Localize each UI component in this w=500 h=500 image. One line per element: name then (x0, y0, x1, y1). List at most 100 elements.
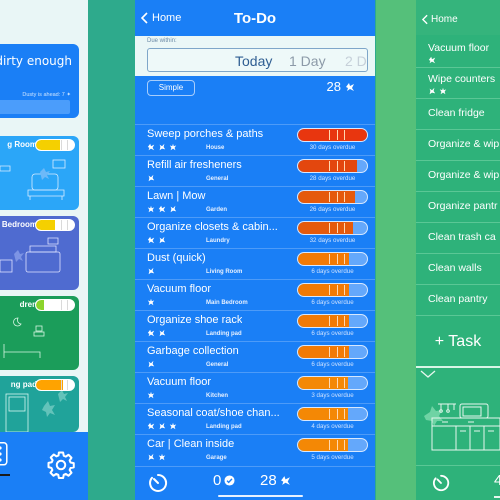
task-room: Living Room (206, 269, 243, 275)
tab-bar (0, 432, 88, 500)
task-stars (147, 174, 155, 182)
kitchen-task-name: Clean walls (428, 262, 482, 274)
task-row[interactable]: Vacuum floor Kitchen 3 days overdue (135, 372, 375, 403)
task-row[interactable]: Lawn | Mow Garden 26 days overdue (135, 186, 375, 217)
kitchen-task-row[interactable]: Clean fridge (416, 99, 500, 130)
star-icon (147, 236, 155, 244)
due-within-section: Due within: Today 1 Day 2 D (135, 36, 375, 76)
task-row[interactable]: Dust (quick) Living Room 6 days overdue (135, 248, 375, 279)
task-name: Vacuum floor (147, 283, 211, 295)
list-icon[interactable] (0, 442, 8, 466)
room-name: ng pad (10, 380, 37, 389)
timer-icon[interactable] (432, 474, 450, 492)
progress-tick (329, 378, 331, 388)
progress-tick (336, 347, 338, 357)
task-status: 6 days overdue (311, 361, 354, 368)
kitchen-task-row[interactable]: Wipe counters (416, 68, 500, 99)
task-row[interactable]: Garbage collection General 6 days overdu… (135, 341, 375, 372)
timer-icon[interactable] (148, 473, 168, 493)
picker-option-1-day[interactable]: 1 Day (289, 53, 326, 69)
task-stars (147, 298, 155, 306)
task-name: Vacuum floor (147, 376, 211, 388)
task-stars (147, 267, 155, 275)
task-row[interactable]: Seasonal coat/shoe chan... Landing pad 4… (135, 403, 375, 434)
task-progress-bar (297, 190, 368, 204)
meter-tick (67, 140, 69, 150)
challenge-card[interactable]: e dirty enough Dusty is ahead: 7 ✦ (0, 44, 79, 118)
back-label: Home (431, 14, 458, 25)
task-progress-bar (297, 314, 368, 328)
star-icon (439, 87, 447, 95)
task-room: General (206, 176, 229, 182)
star-icon (147, 329, 155, 337)
kitchen-task-row[interactable]: Organize & wip (416, 130, 500, 161)
task-name: Organize shoe rack (147, 314, 243, 326)
task-status: 4 days overdue (311, 423, 354, 430)
due-within-label: Due within: (147, 38, 177, 44)
kitchen-task-row[interactable]: Organize pantr (416, 192, 500, 223)
task-room: General (206, 362, 229, 368)
task-name: Seasonal coat/shoe chan... (147, 407, 280, 419)
due-within-picker[interactable]: Today 1 Day 2 D (147, 48, 368, 72)
progress-tick (329, 161, 331, 171)
kitchen-screen-panel: Home Vacuum floor Wipe counters Clean fr… (376, 0, 500, 500)
kitchen-task-row[interactable]: Clean trash ca (416, 223, 500, 254)
progress-tick (329, 254, 331, 264)
star-icon (169, 143, 177, 151)
task-progress-fill (298, 191, 355, 203)
kitchen-task-row[interactable]: Organize & wip (416, 161, 500, 192)
add-task-button[interactable]: + Task (416, 320, 500, 366)
task-row[interactable]: Refill air fresheners General 28 days ov… (135, 155, 375, 186)
room-card[interactable]: Bedroom (0, 216, 79, 290)
star-icon (147, 205, 155, 213)
progress-tick (344, 347, 346, 357)
meter-tick (61, 380, 63, 390)
task-progress-bar (297, 345, 368, 359)
task-progress-bar (297, 283, 368, 297)
task-room: Garden (206, 207, 228, 213)
kitchen-task-row[interactable]: Clean pantry (416, 285, 500, 316)
progress-tick (344, 440, 346, 450)
room-meter-fill (36, 300, 45, 310)
gear-icon[interactable] (46, 450, 76, 480)
kitchen-task-row[interactable]: Clean walls (416, 254, 500, 285)
progress-tick (344, 316, 346, 326)
task-row[interactable]: Sweep porches & paths House 30 days over… (135, 124, 375, 155)
room-card[interactable]: g Room (0, 136, 79, 210)
star-icon (147, 143, 155, 151)
room-card[interactable]: dren (0, 296, 79, 370)
challenge-ahead-text: Dusty is ahead: 7 ✦ (22, 92, 71, 98)
progress-tick (336, 440, 338, 450)
progress-tick (336, 161, 338, 171)
picker-option-2-days[interactable]: 2 D (345, 53, 367, 69)
kitchen-task-name: Clean pantry (428, 293, 488, 305)
task-row[interactable]: Vacuum floor Main Bedroom 6 days overdue (135, 279, 375, 310)
star-icon (147, 391, 155, 399)
room-name: g Room (7, 140, 37, 149)
chevron-down-icon[interactable] (420, 370, 436, 379)
task-progress-fill (298, 284, 350, 296)
task-progress-fill (298, 408, 348, 420)
progress-tick (336, 378, 338, 388)
task-stars (147, 205, 177, 213)
task-row[interactable]: Organize shoe rack Landing pad 6 days ov… (135, 310, 375, 341)
meter-tick (67, 380, 69, 390)
star-icon (429, 87, 436, 95)
divider (416, 366, 500, 368)
kitchen-task-name: Organize pantr (428, 200, 498, 212)
back-button[interactable]: Home (422, 14, 458, 25)
kitchen-task-name: Clean trash ca (428, 231, 496, 243)
task-progress-fill (298, 439, 348, 451)
task-status: 5 days overdue (311, 454, 354, 461)
room-card[interactable]: ng pad (0, 376, 79, 432)
star-icon (148, 360, 155, 368)
simple-mode-button[interactable]: Simple (147, 80, 195, 96)
picker-option-today[interactable]: Today (235, 53, 272, 69)
task-row[interactable]: Car | Clean inside Garage 5 days overdue (135, 434, 375, 465)
challenge-title: e dirty enough (0, 54, 72, 68)
kitchen-task-row[interactable]: Vacuum floor (416, 37, 500, 68)
star-splat-icon (346, 82, 354, 91)
star-icon (148, 267, 155, 275)
task-progress-fill (298, 253, 350, 265)
task-row[interactable]: Organize closets & cabin... Laundry 32 d… (135, 217, 375, 248)
